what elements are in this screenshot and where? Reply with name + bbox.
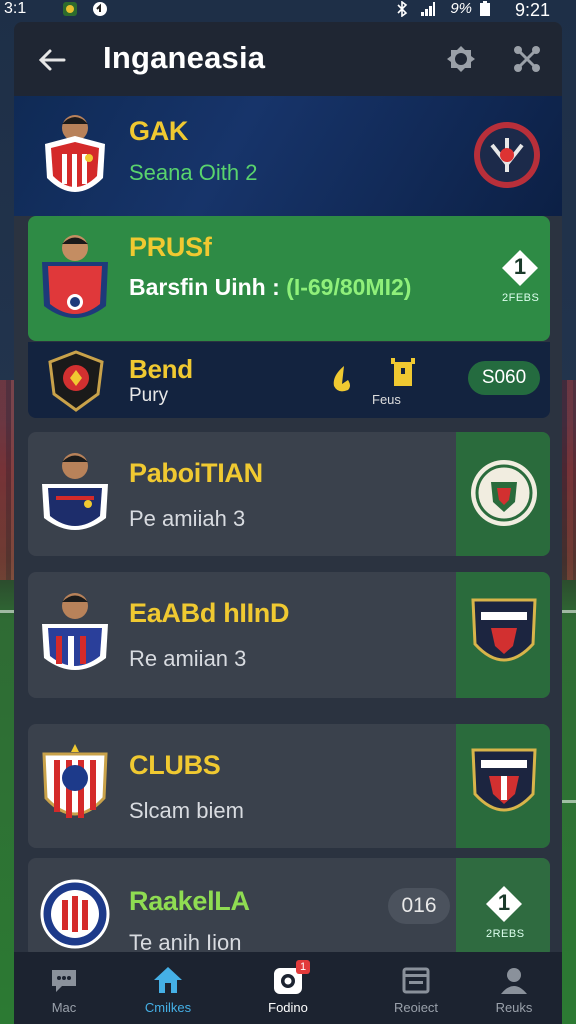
battery-percent: 9% bbox=[450, 0, 472, 17]
bottom-navigation: Mac Cmilkes 1 Fodino Reoiect Reuks bbox=[14, 952, 562, 1024]
club-subtitle: Seana Oith 2 bbox=[129, 160, 258, 185]
nav-label: Fodino bbox=[268, 1000, 308, 1015]
player-crest-icon bbox=[45, 115, 105, 192]
player-crest-icon bbox=[42, 593, 108, 670]
club-name: EaABd hIInD bbox=[129, 598, 290, 628]
nav-label: Reuks bbox=[495, 1000, 533, 1015]
club-name: Bend bbox=[129, 354, 193, 384]
status-time-left: 3:1 bbox=[4, 0, 27, 17]
club-name: GAK bbox=[129, 116, 189, 146]
club-subtitle: Re amiian 3 bbox=[129, 646, 247, 671]
points-pill[interactable]: S060 bbox=[468, 361, 540, 395]
rank-number: 1 bbox=[497, 890, 511, 915]
settings-icon[interactable] bbox=[444, 42, 478, 76]
profile-icon bbox=[501, 968, 527, 994]
bluetooth-icon bbox=[397, 1, 408, 17]
nav-label: Mac bbox=[51, 1000, 77, 1015]
notification-bubble-icon bbox=[93, 2, 107, 16]
club-badge-icon bbox=[471, 460, 537, 526]
club-name: PRUSf bbox=[129, 232, 212, 262]
player-crest-icon bbox=[42, 235, 108, 318]
list-item[interactable]: EaABd hIInD Re amiian 3 bbox=[28, 572, 550, 698]
club-badge-icon bbox=[474, 122, 540, 188]
app-notification-icon bbox=[63, 2, 77, 16]
club-name: RaakelLA bbox=[129, 886, 250, 916]
club-crest-icon bbox=[48, 350, 104, 412]
notification-badge: 1 bbox=[296, 960, 310, 974]
player-crest-icon bbox=[42, 453, 108, 530]
nav-item-mac[interactable]: Mac bbox=[14, 952, 114, 1024]
nav-label: Cmilkes bbox=[144, 1000, 192, 1015]
club-subtitle: Pe amiiah 3 bbox=[129, 506, 246, 531]
page-title: Inganeasia bbox=[103, 40, 266, 75]
badge-panel bbox=[456, 572, 550, 698]
flame-icon bbox=[333, 366, 350, 392]
status-time-right: 9:21 bbox=[514, 0, 550, 20]
rank-number: 1 bbox=[513, 254, 527, 279]
list-item[interactable]: PaboiTIAN Pe amiiah 3 bbox=[28, 432, 550, 556]
subtitle-prefix: Barsfin Uinh : bbox=[129, 274, 287, 300]
chat-icon bbox=[52, 970, 76, 992]
app-window: Inganeasia GAK Seana Oith 2 PRUSf Barsfi… bbox=[14, 22, 562, 1024]
score-pill[interactable]: 016 bbox=[388, 888, 450, 924]
rank-caption: 2REBS bbox=[486, 928, 525, 940]
club-subtitle: Pury bbox=[129, 385, 169, 406]
list-item[interactable]: GAK Seana Oith 2 bbox=[14, 96, 562, 216]
trophy-icon bbox=[391, 358, 415, 386]
list-item-highlighted[interactable]: PRUSf Barsfin Uinh : (I-69/80MI2) 1 2FEB… bbox=[28, 216, 550, 341]
club-name: CLUBS bbox=[129, 750, 221, 780]
top-app-bar: Inganeasia bbox=[14, 22, 562, 96]
back-arrow-icon[interactable] bbox=[36, 44, 68, 76]
club-badge-icon bbox=[471, 748, 537, 812]
nav-item-reuks[interactable]: Reuks bbox=[464, 952, 562, 1024]
status-bar: 3:1 9% 9:21 bbox=[0, 0, 576, 22]
list-item[interactable]: CLUBS Slcam biem bbox=[28, 724, 550, 848]
nav-item-reoiect[interactable]: Reoiect bbox=[366, 952, 466, 1024]
nav-label: Reoiect bbox=[393, 1000, 439, 1015]
battery-icon bbox=[480, 1, 490, 16]
mini-caption: Feus bbox=[372, 392, 401, 407]
badge-panel: 1 2REBS bbox=[456, 858, 550, 958]
list-item[interactable]: RaakelLA Te anih Iion 016 1 2REBS bbox=[28, 858, 550, 958]
calendar-icon bbox=[402, 967, 430, 994]
nav-item-cmilkes[interactable]: Cmilkes bbox=[118, 952, 218, 1024]
club-name: PaboiTIAN bbox=[129, 458, 263, 488]
signal-icon bbox=[421, 2, 435, 16]
share-icon[interactable] bbox=[510, 42, 544, 76]
rank-caption: 2FEBS bbox=[502, 292, 540, 304]
badge-panel bbox=[456, 432, 550, 556]
club-subtitle: Slcam biem bbox=[129, 798, 244, 823]
nav-item-fodino[interactable]: 1 Fodino bbox=[238, 952, 338, 1024]
badge-panel bbox=[456, 724, 550, 848]
club-subtitle: Barsfin Uinh : (I-69/80MI2) bbox=[129, 274, 411, 301]
subtitle-highlight: (I-69/80MI2) bbox=[286, 274, 412, 300]
club-crest-icon bbox=[42, 744, 108, 818]
club-crest-icon bbox=[40, 879, 110, 949]
club-badge-icon bbox=[471, 598, 537, 662]
home-icon bbox=[154, 967, 182, 993]
list-item[interactable]: Bend Pury Feus S060 bbox=[28, 342, 550, 418]
